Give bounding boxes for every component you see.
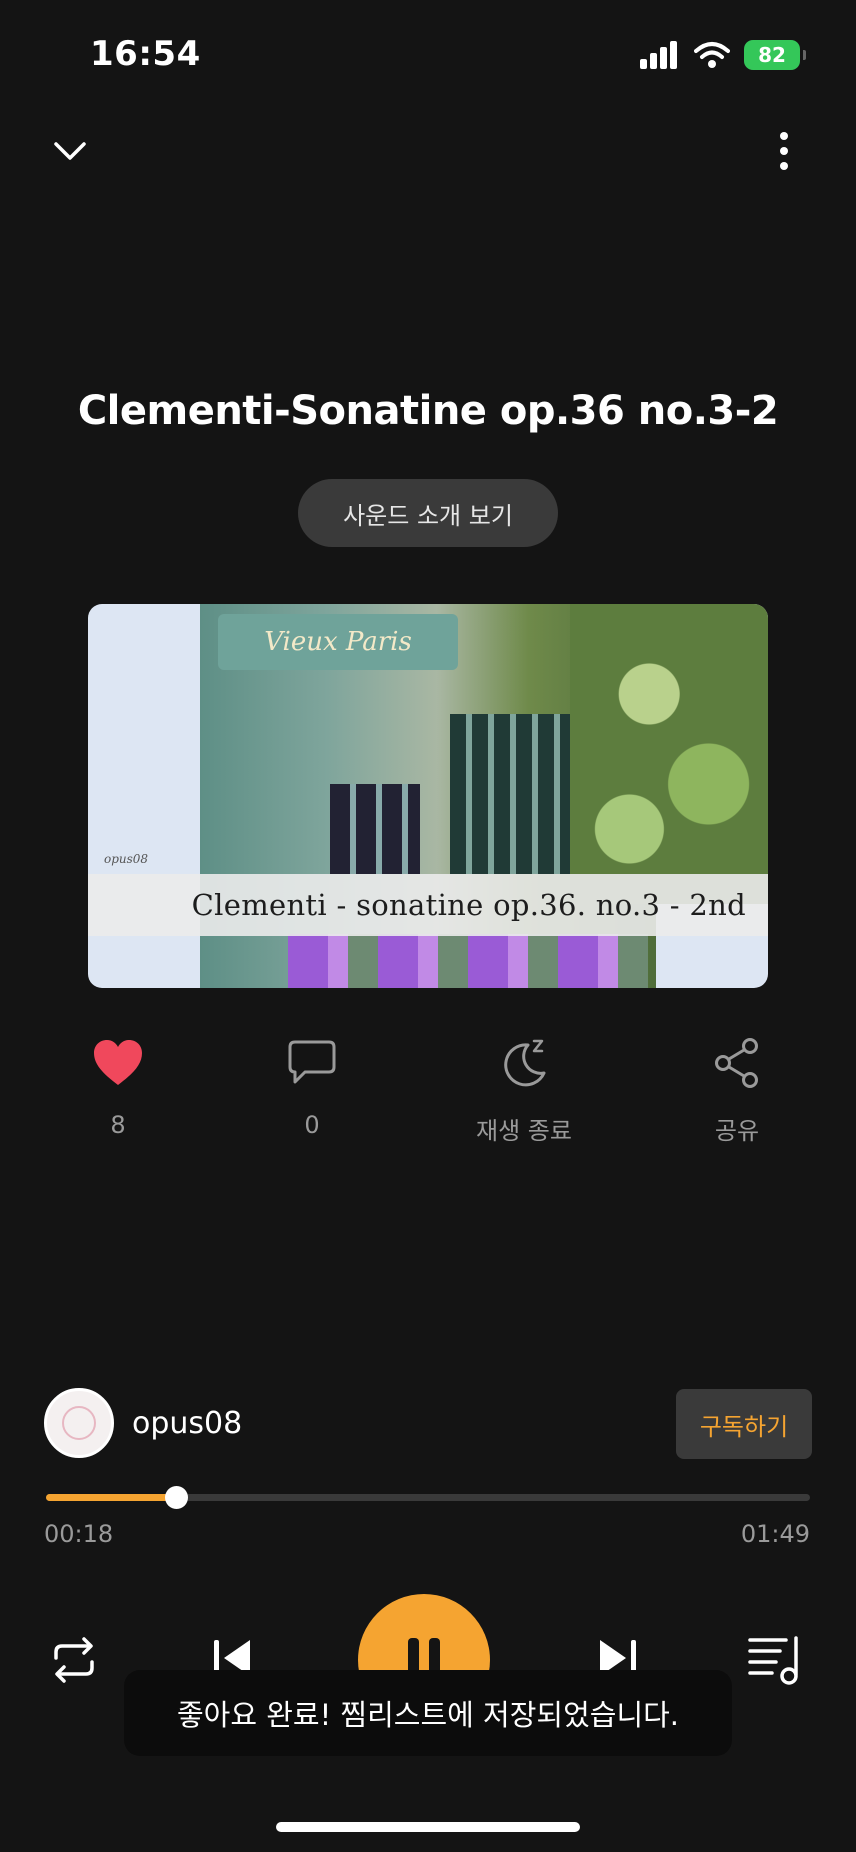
artwork-caption: Clementi - sonatine op.36. no.3 - 2nd [191,888,746,922]
artwork-window [450,714,570,874]
artwork-window [330,784,420,874]
channel-info[interactable]: opus08 [44,1388,242,1458]
share-label: 공유 [714,1117,760,1145]
battery-indicator: 82 [744,40,806,70]
progress-fill [46,1494,176,1501]
share-button[interactable]: 공유 [657,1035,817,1146]
more-options-button[interactable] [772,130,796,174]
sleep-timer-button[interactable]: 재생 종료 [444,1035,604,1146]
chevron-down-icon [54,142,86,160]
like-count: 8 [110,1111,126,1139]
player-screen: 16:54 82 Clementi-Sonatine op.36 no.3-2 [0,0,856,1852]
artwork-chairs [288,934,648,988]
signal-icon [640,41,677,69]
heart-icon [94,1040,142,1085]
sleep-timer-label: 재생 종료 [476,1117,572,1145]
moon-sleep-icon [504,1039,546,1087]
collapse-button[interactable] [50,134,90,168]
channel-name[interactable]: opus08 [132,1406,242,1441]
comment-count: 0 [304,1111,320,1139]
status-time: 16:54 [90,34,201,74]
artwork-caption-band: Clementi - sonatine op.36. no.3 - 2nd [88,874,768,936]
repeat-icon [54,1637,94,1683]
artwork-watermark: opus08 [104,852,149,866]
playlist-button[interactable] [744,1632,808,1688]
like-button[interactable]: 8 [38,1035,198,1139]
action-row: 8 0 재생 종료 공유 [0,1035,856,1145]
comment-button[interactable]: 0 [232,1035,392,1139]
total-time: 01:49 [740,1520,810,1548]
avatar[interactable] [44,1388,114,1458]
artwork-foliage [570,604,768,904]
track-artwork: Vieux Paris opus08 Clementi - sonatine o… [88,604,768,988]
current-time: 00:18 [44,1520,114,1548]
battery-level: 82 [758,43,786,67]
progress-slider[interactable] [46,1486,810,1509]
toast-message: 좋아요 완료! 찜리스트에 저장되었습니다. [124,1670,732,1756]
status-icons: 82 [640,40,806,70]
track-title: Clementi-Sonatine op.36 no.3-2 [77,388,779,434]
comment-icon [288,1040,336,1084]
artwork-sign: Vieux Paris [218,614,458,670]
wifi-icon [694,42,730,68]
playlist-icon [748,1636,798,1685]
progress-handle[interactable] [164,1486,188,1509]
more-vertical-icon [780,132,788,170]
subscribe-button[interactable]: 구독하기 [676,1389,812,1459]
share-icon [715,1038,758,1088]
sound-intro-button[interactable]: 사운드 소개 보기 [298,479,558,547]
repeat-button[interactable] [44,1630,104,1690]
avatar-logo [62,1406,96,1440]
home-indicator[interactable] [276,1822,580,1832]
